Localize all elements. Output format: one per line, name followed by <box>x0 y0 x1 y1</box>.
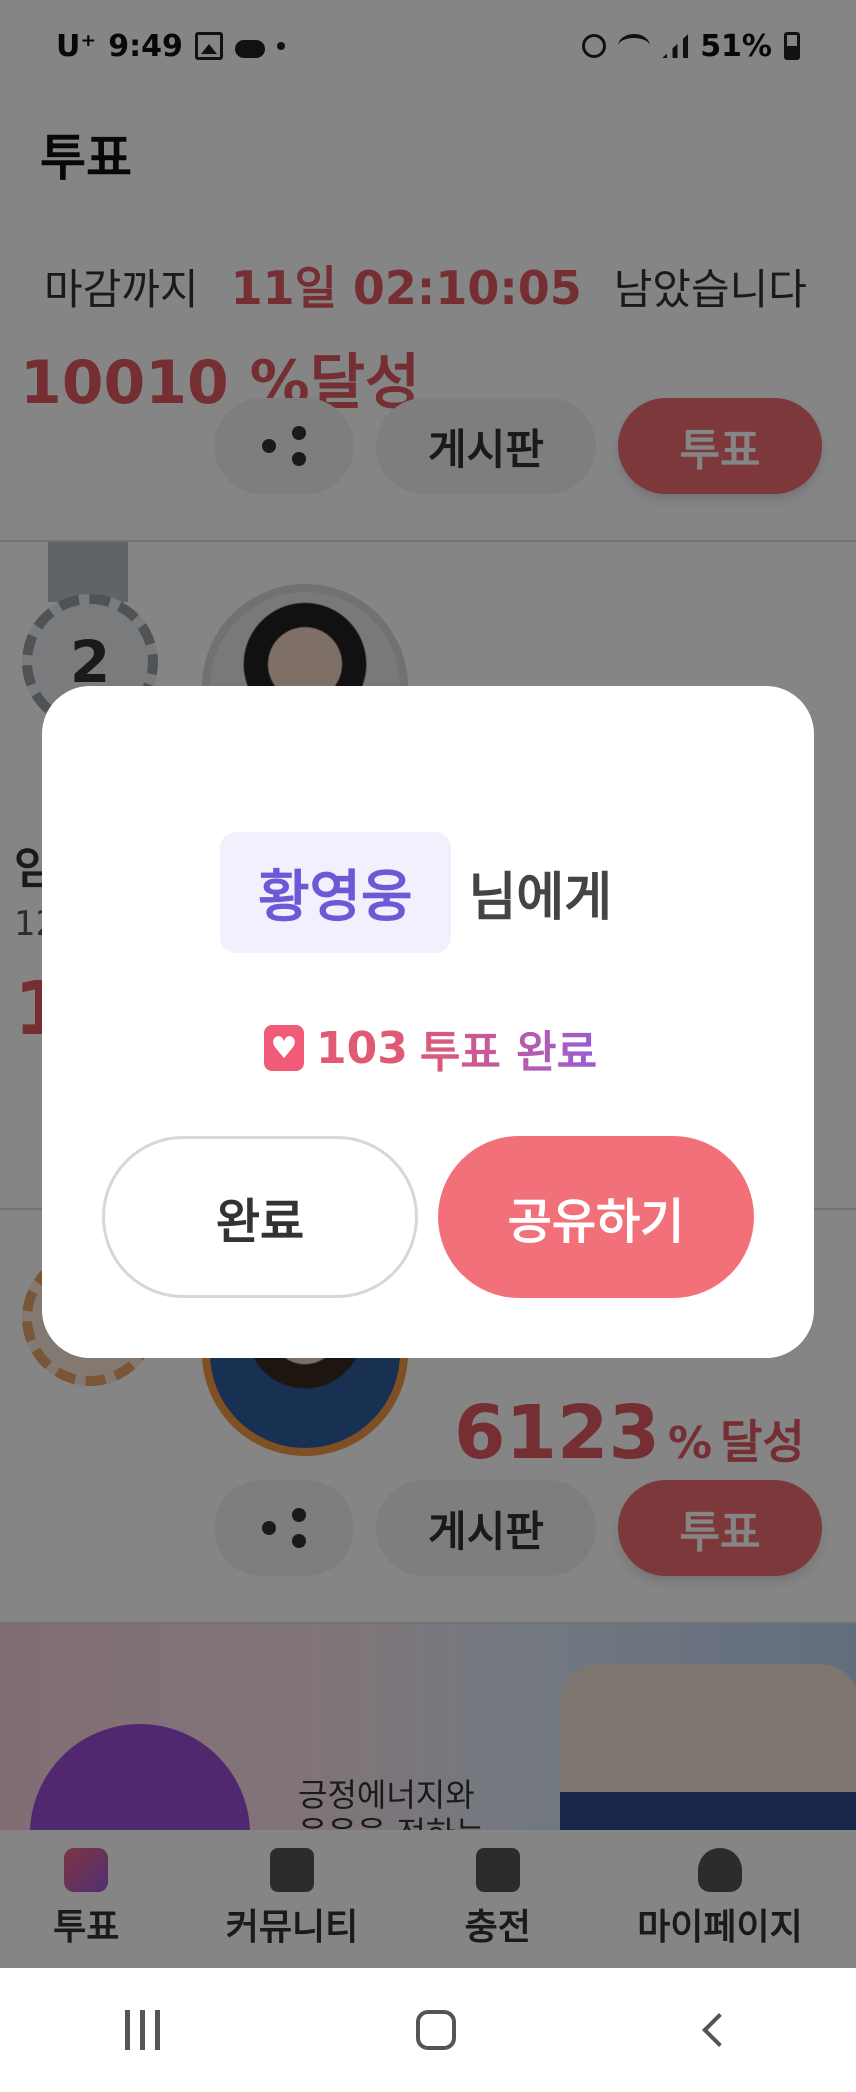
done-button[interactable]: 완료 <box>102 1136 418 1298</box>
home-icon[interactable] <box>415 2010 456 2050</box>
recipient-name: 황영웅 <box>220 832 451 953</box>
recipient-suffix: 님에게 <box>468 868 613 928</box>
recipient-line: 황영웅 님에게 <box>220 832 612 953</box>
vote-result: ♥ 103 투표 완료 <box>264 1016 597 1080</box>
heart-icon: ♥ <box>264 1025 304 1071</box>
vote-count: 103 <box>316 1022 408 1074</box>
vote-status: 투표 완료 <box>420 1016 597 1080</box>
system-nav-bar <box>0 1968 856 2092</box>
recents-icon[interactable] <box>125 2010 166 2050</box>
share-cta-button[interactable]: 공유하기 <box>438 1136 754 1298</box>
vote-complete-dialog: 황영웅 님에게 ♥ 103 투표 완료 완료 공유하기 <box>42 686 814 1358</box>
back-icon[interactable] <box>701 2013 736 2047</box>
